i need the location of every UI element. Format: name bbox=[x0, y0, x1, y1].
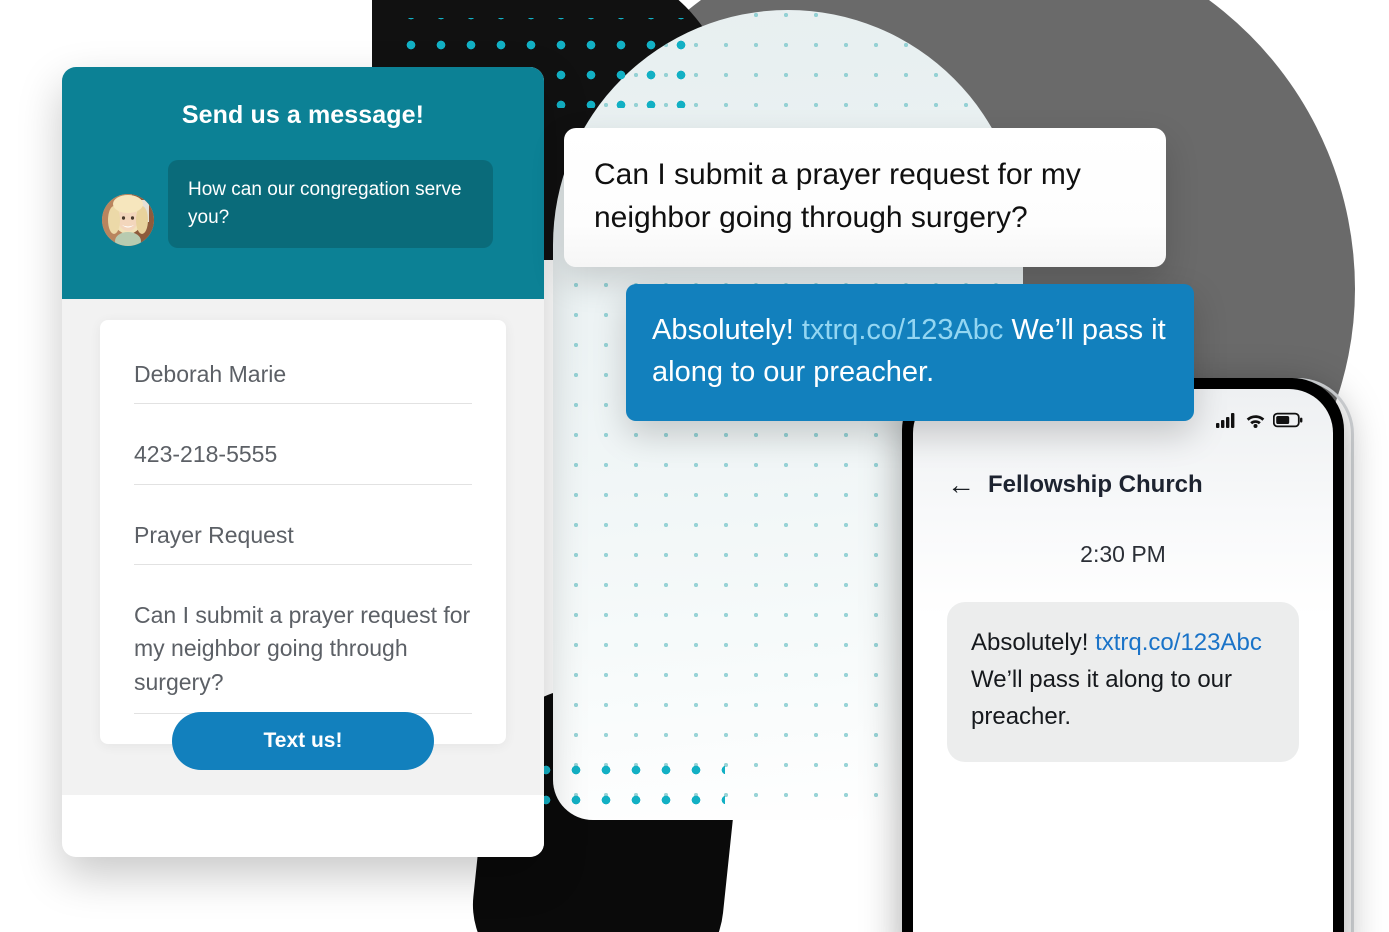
submit-row: Text us! bbox=[62, 712, 544, 770]
avatar bbox=[102, 194, 154, 247]
battery-icon bbox=[1272, 412, 1303, 433]
phone-message-suffix: We’ll pass it along to our preacher. bbox=[971, 666, 1233, 731]
outbound-link[interactable]: txtrq.co/123Abc bbox=[802, 314, 1004, 346]
cellular-signal-icon bbox=[1216, 412, 1238, 433]
subject-field[interactable]: Prayer Request bbox=[134, 519, 472, 566]
wifi-icon bbox=[1245, 412, 1266, 433]
inbound-message-bubble: Can I submit a prayer request for my nei… bbox=[564, 128, 1166, 268]
phone-field[interactable]: 423-218-5555 bbox=[134, 438, 472, 485]
outbound-message-bubble: Absolutely! txtrq.co/123Abc We’ll pass i… bbox=[626, 284, 1194, 422]
phone-mockup: ← Fellowship Church 2:30 PM Absolutely! … bbox=[902, 378, 1344, 932]
phone-nav-bar: ← Fellowship Church bbox=[913, 433, 1333, 499]
widget-title: Send us a message! bbox=[181, 101, 425, 129]
phone-screen: ← Fellowship Church 2:30 PM Absolutely! … bbox=[913, 389, 1333, 932]
widget-footer bbox=[62, 795, 544, 857]
name-field[interactable]: Deborah Marie bbox=[134, 358, 472, 405]
widget-header: Send us a message! How can our congregat… bbox=[62, 67, 544, 299]
phone-message-bubble: Absolutely! txtrq.co/123Abc We’ll pass i… bbox=[947, 602, 1299, 762]
teal-dot-pattern-bottom bbox=[525, 745, 725, 815]
text-us-button[interactable]: Text us! bbox=[172, 712, 434, 770]
chat-widget: Send us a message! How can our congregat… bbox=[62, 67, 544, 857]
greeting-bubble: How can our congregation serve you? bbox=[168, 160, 493, 249]
greeting-row: How can our congregation serve you? bbox=[62, 130, 544, 249]
message-field[interactable]: Can I submit a prayer request for my nei… bbox=[134, 599, 472, 715]
message-timestamp: 2:30 PM bbox=[1080, 541, 1166, 567]
hero-illustration: Send us a message! How can our congregat… bbox=[0, 0, 1389, 932]
phone-message-prefix: Absolutely! bbox=[971, 629, 1096, 656]
back-arrow-icon[interactable]: ← bbox=[947, 471, 975, 499]
phone-conversation-title: Fellowship Church bbox=[988, 471, 1203, 498]
phone-message-link[interactable]: txtrq.co/123Abc bbox=[1095, 629, 1262, 656]
contact-form: Deborah Marie 423-218-5555 Prayer Reques… bbox=[100, 320, 506, 745]
outbound-prefix: Absolutely! bbox=[652, 314, 802, 346]
